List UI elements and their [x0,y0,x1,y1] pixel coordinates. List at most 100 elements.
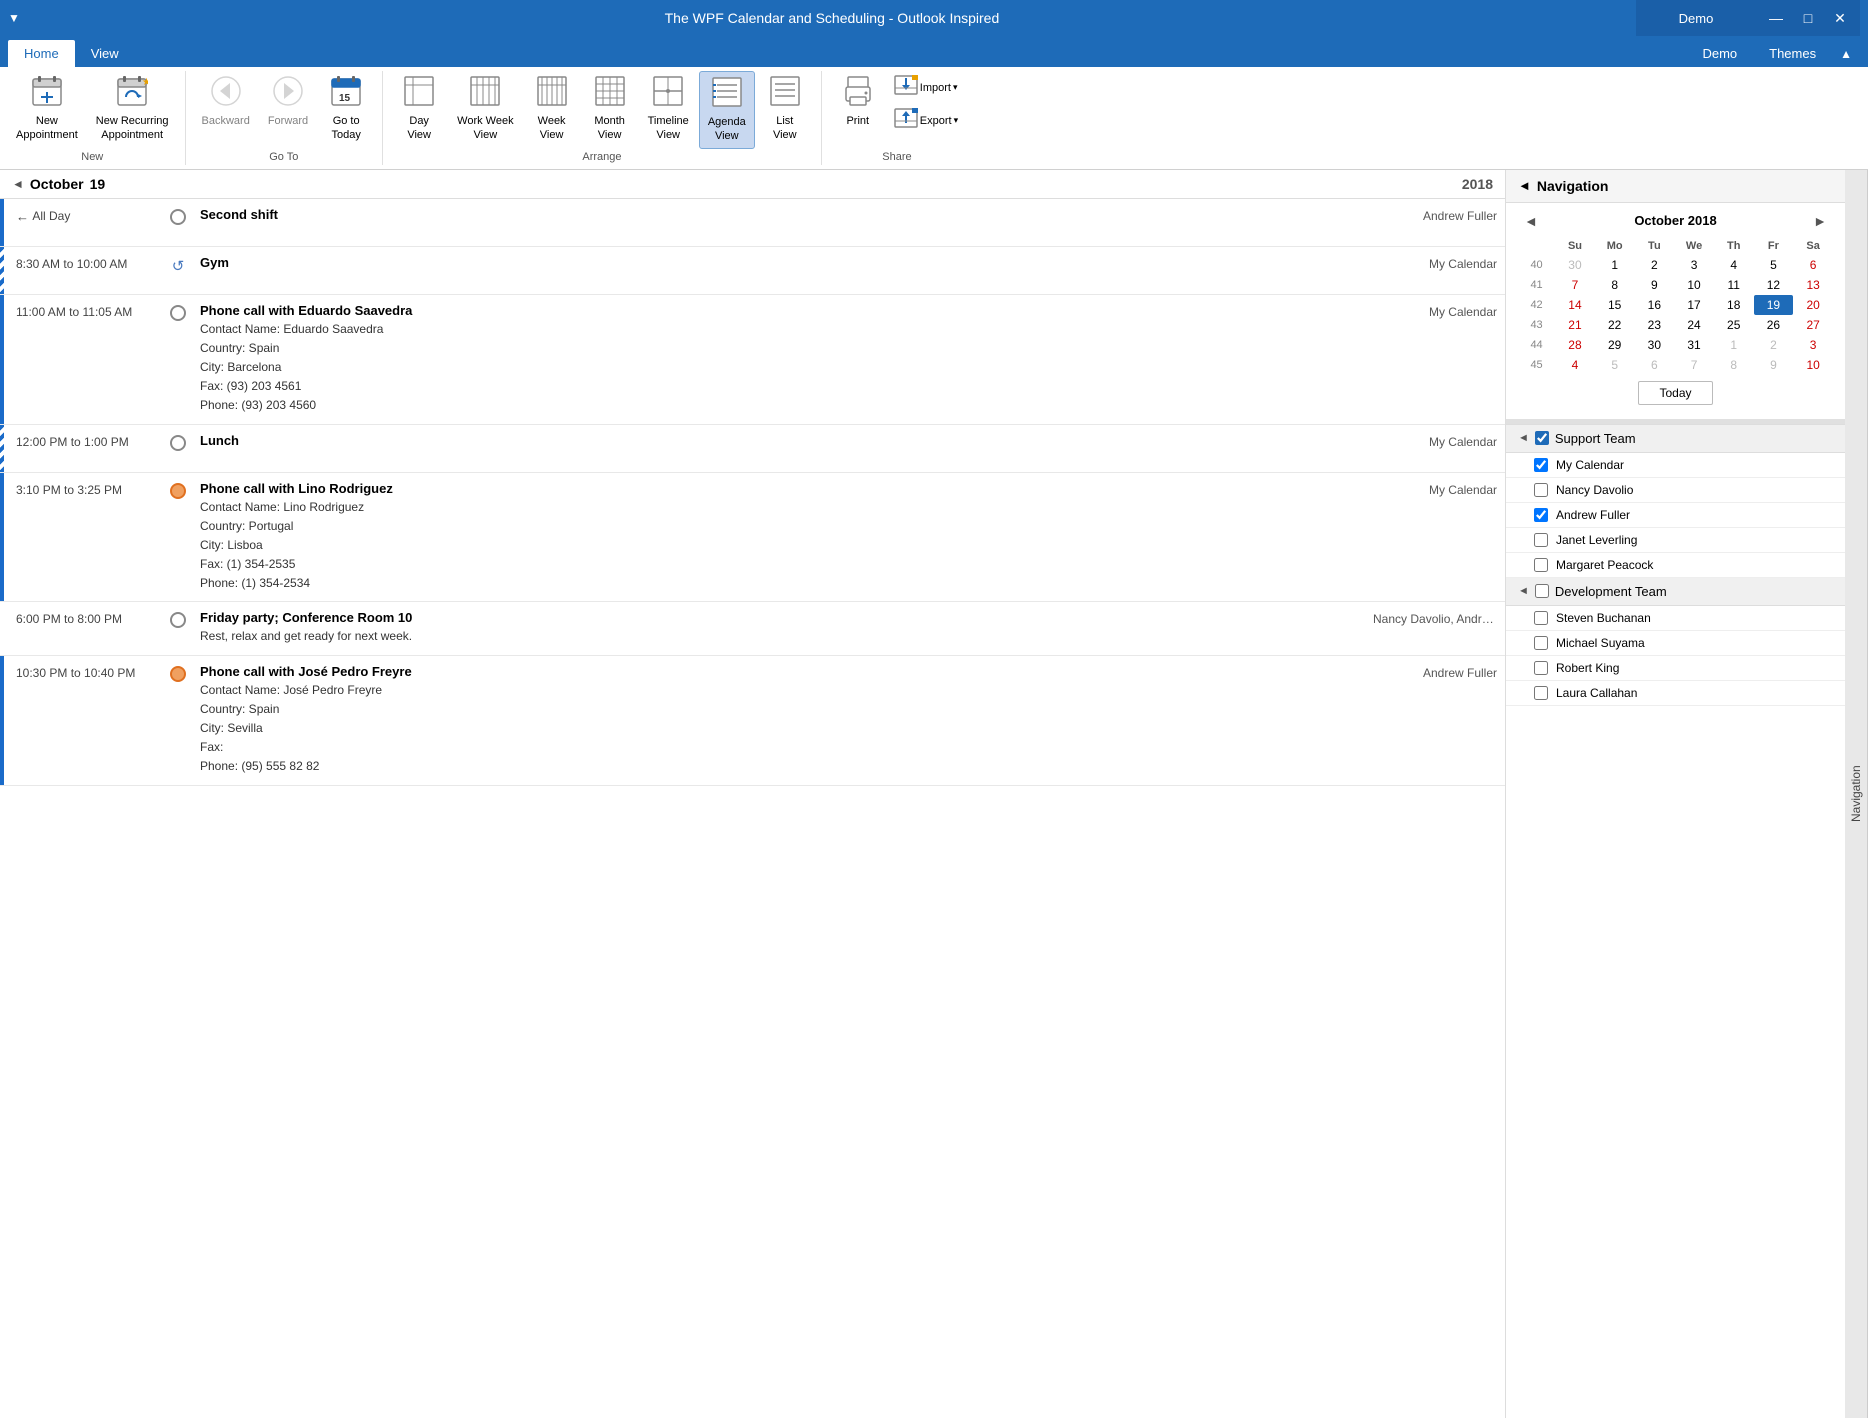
calendar-day[interactable]: 4 [1555,355,1595,375]
mini-cal-prev-btn[interactable]: ◄ [1518,211,1544,231]
resource-checkbox-0-0[interactable] [1534,458,1548,472]
calendar-day[interactable]: 9 [1635,275,1675,295]
week-view-button[interactable]: Week View [524,71,580,147]
calendar-day[interactable]: 30 [1635,335,1675,355]
agenda-item[interactable]: 12:00 PM to 1:00 PMLunchMy Calendar [0,425,1505,473]
resource-checkbox-0-4[interactable] [1534,558,1548,572]
nav-sidebar-tab[interactable]: Navigation [1845,170,1868,1418]
calendar-day[interactable]: 25 [1714,315,1754,335]
mini-cal-next-btn[interactable]: ► [1807,211,1833,231]
export-button[interactable]: Export ▾ [888,104,964,137]
calendar-day[interactable]: 2 [1635,255,1675,275]
resource-checkbox-1-3[interactable] [1534,686,1548,700]
calendar-day[interactable]: 24 [1674,315,1714,335]
collapse-day-btn[interactable]: ◄ [12,177,24,191]
forward-button[interactable]: Forward [260,71,316,132]
resource-checkbox-1-2[interactable] [1534,661,1548,675]
timeline-view-button[interactable]: Timeline View [640,71,697,147]
calendar-day[interactable]: 21 [1555,315,1595,335]
calendar-day[interactable]: 8 [1595,275,1635,295]
print-button[interactable]: Print [830,71,886,132]
calendar-day[interactable]: 9 [1754,355,1794,375]
calendar-day[interactable]: 7 [1674,355,1714,375]
resource-item[interactable]: Janet Leverling [1506,528,1845,553]
tab-view[interactable]: View [75,40,135,67]
resource-item[interactable]: Michael Suyama [1506,631,1845,656]
calendar-day[interactable]: 1 [1595,255,1635,275]
calendar-day[interactable]: 4 [1714,255,1754,275]
quick-access-toolbar[interactable]: ▼ [8,11,28,25]
tab-themes[interactable]: Themes [1753,40,1832,67]
calendar-day[interactable]: 17 [1674,295,1714,315]
day-view-button[interactable]: Day View [391,71,447,147]
new-appointment-button[interactable]: New Appointment [8,71,86,147]
resource-group-header-0[interactable]: ◄Support Team [1506,425,1845,453]
calendar-day[interactable]: 29 [1595,335,1635,355]
calendar-day[interactable]: 10 [1793,355,1833,375]
agenda-item[interactable]: ← All DaySecond shiftAndrew Fuller [0,199,1505,247]
calendar-day[interactable]: 26 [1754,315,1794,335]
calendar-day[interactable]: 5 [1754,255,1794,275]
list-view-button[interactable]: List View [757,71,813,147]
agenda-view-button[interactable]: Agenda View [699,71,755,149]
calendar-day[interactable]: 8 [1714,355,1754,375]
resource-item[interactable]: Laura Callahan [1506,681,1845,706]
work-week-view-button[interactable]: Work Week View [449,71,521,147]
calendar-day[interactable]: 3 [1793,335,1833,355]
month-view-button[interactable]: Month View [582,71,638,147]
resource-item[interactable]: Robert King [1506,656,1845,681]
calendar-day[interactable]: 6 [1635,355,1675,375]
calendar-day[interactable]: 10 [1674,275,1714,295]
calendar-day[interactable]: 11 [1714,275,1754,295]
group-checkbox-0[interactable] [1535,431,1549,445]
calendar-day[interactable]: 14 [1555,295,1595,315]
calendar-day[interactable]: 20 [1793,295,1833,315]
calendar-day[interactable]: 12 [1754,275,1794,295]
tab-demo[interactable]: Demo [1686,40,1753,67]
resource-item[interactable]: Steven Buchanan [1506,606,1845,631]
calendar-day[interactable]: 28 [1555,335,1595,355]
tab-home[interactable]: Home [8,40,75,67]
agenda-item[interactable]: 11:00 AM to 11:05 AMPhone call with Edua… [0,295,1505,425]
go-to-today-button[interactable]: 15 Go to Today [318,71,374,147]
quick-access-btn[interactable]: ▼ [8,11,20,25]
agenda-item[interactable]: 10:30 PM to 10:40 PMPhone call with José… [0,656,1505,786]
resource-item[interactable]: Margaret Peacock [1506,553,1845,578]
calendar-day[interactable]: 23 [1635,315,1675,335]
calendar-day[interactable]: 16 [1635,295,1675,315]
calendar-day[interactable]: 27 [1793,315,1833,335]
agenda-item[interactable]: 3:10 PM to 3:25 PMPhone call with Lino R… [0,473,1505,603]
calendar-day[interactable]: 15 [1595,295,1635,315]
resource-checkbox-0-2[interactable] [1534,508,1548,522]
calendar-day[interactable]: 1 [1714,335,1754,355]
minimize-button[interactable]: — [1760,4,1792,32]
resource-checkbox-0-1[interactable] [1534,483,1548,497]
new-recurring-appointment-button[interactable]: ★ New Recurring Appointment [88,71,177,147]
resource-checkbox-1-0[interactable] [1534,611,1548,625]
calendar-day[interactable]: 18 [1714,295,1754,315]
calendar-day[interactable]: 30 [1555,255,1595,275]
calendar-day[interactable]: 5 [1595,355,1635,375]
calendar-day[interactable]: 19 [1754,295,1794,315]
resource-checkbox-1-1[interactable] [1534,636,1548,650]
calendar-day[interactable]: 22 [1595,315,1635,335]
calendar-day[interactable]: 3 [1674,255,1714,275]
agenda-item[interactable]: 6:00 PM to 8:00 PMFriday party; Conferen… [0,602,1505,655]
resource-checkbox-0-3[interactable] [1534,533,1548,547]
group-checkbox-1[interactable] [1535,584,1549,598]
resource-group-header-1[interactable]: ◄Development Team [1506,578,1845,606]
ribbon-collapse-btn[interactable]: ▲ [1832,41,1860,67]
calendar-day[interactable]: 6 [1793,255,1833,275]
nav-panel-header[interactable]: ◄ Navigation [1506,170,1845,203]
import-button[interactable]: Import ▾ [888,71,964,104]
maximize-button[interactable]: □ [1792,4,1824,32]
calendar-day[interactable]: 13 [1793,275,1833,295]
backward-button[interactable]: Backward [194,71,258,132]
calendar-day[interactable]: 7 [1555,275,1595,295]
resource-item[interactable]: Nancy Davolio [1506,478,1845,503]
calendar-day[interactable]: 2 [1754,335,1794,355]
calendar-day[interactable]: 31 [1674,335,1714,355]
resource-item[interactable]: My Calendar [1506,453,1845,478]
close-button[interactable]: ✕ [1824,4,1856,32]
resource-item[interactable]: Andrew Fuller [1506,503,1845,528]
